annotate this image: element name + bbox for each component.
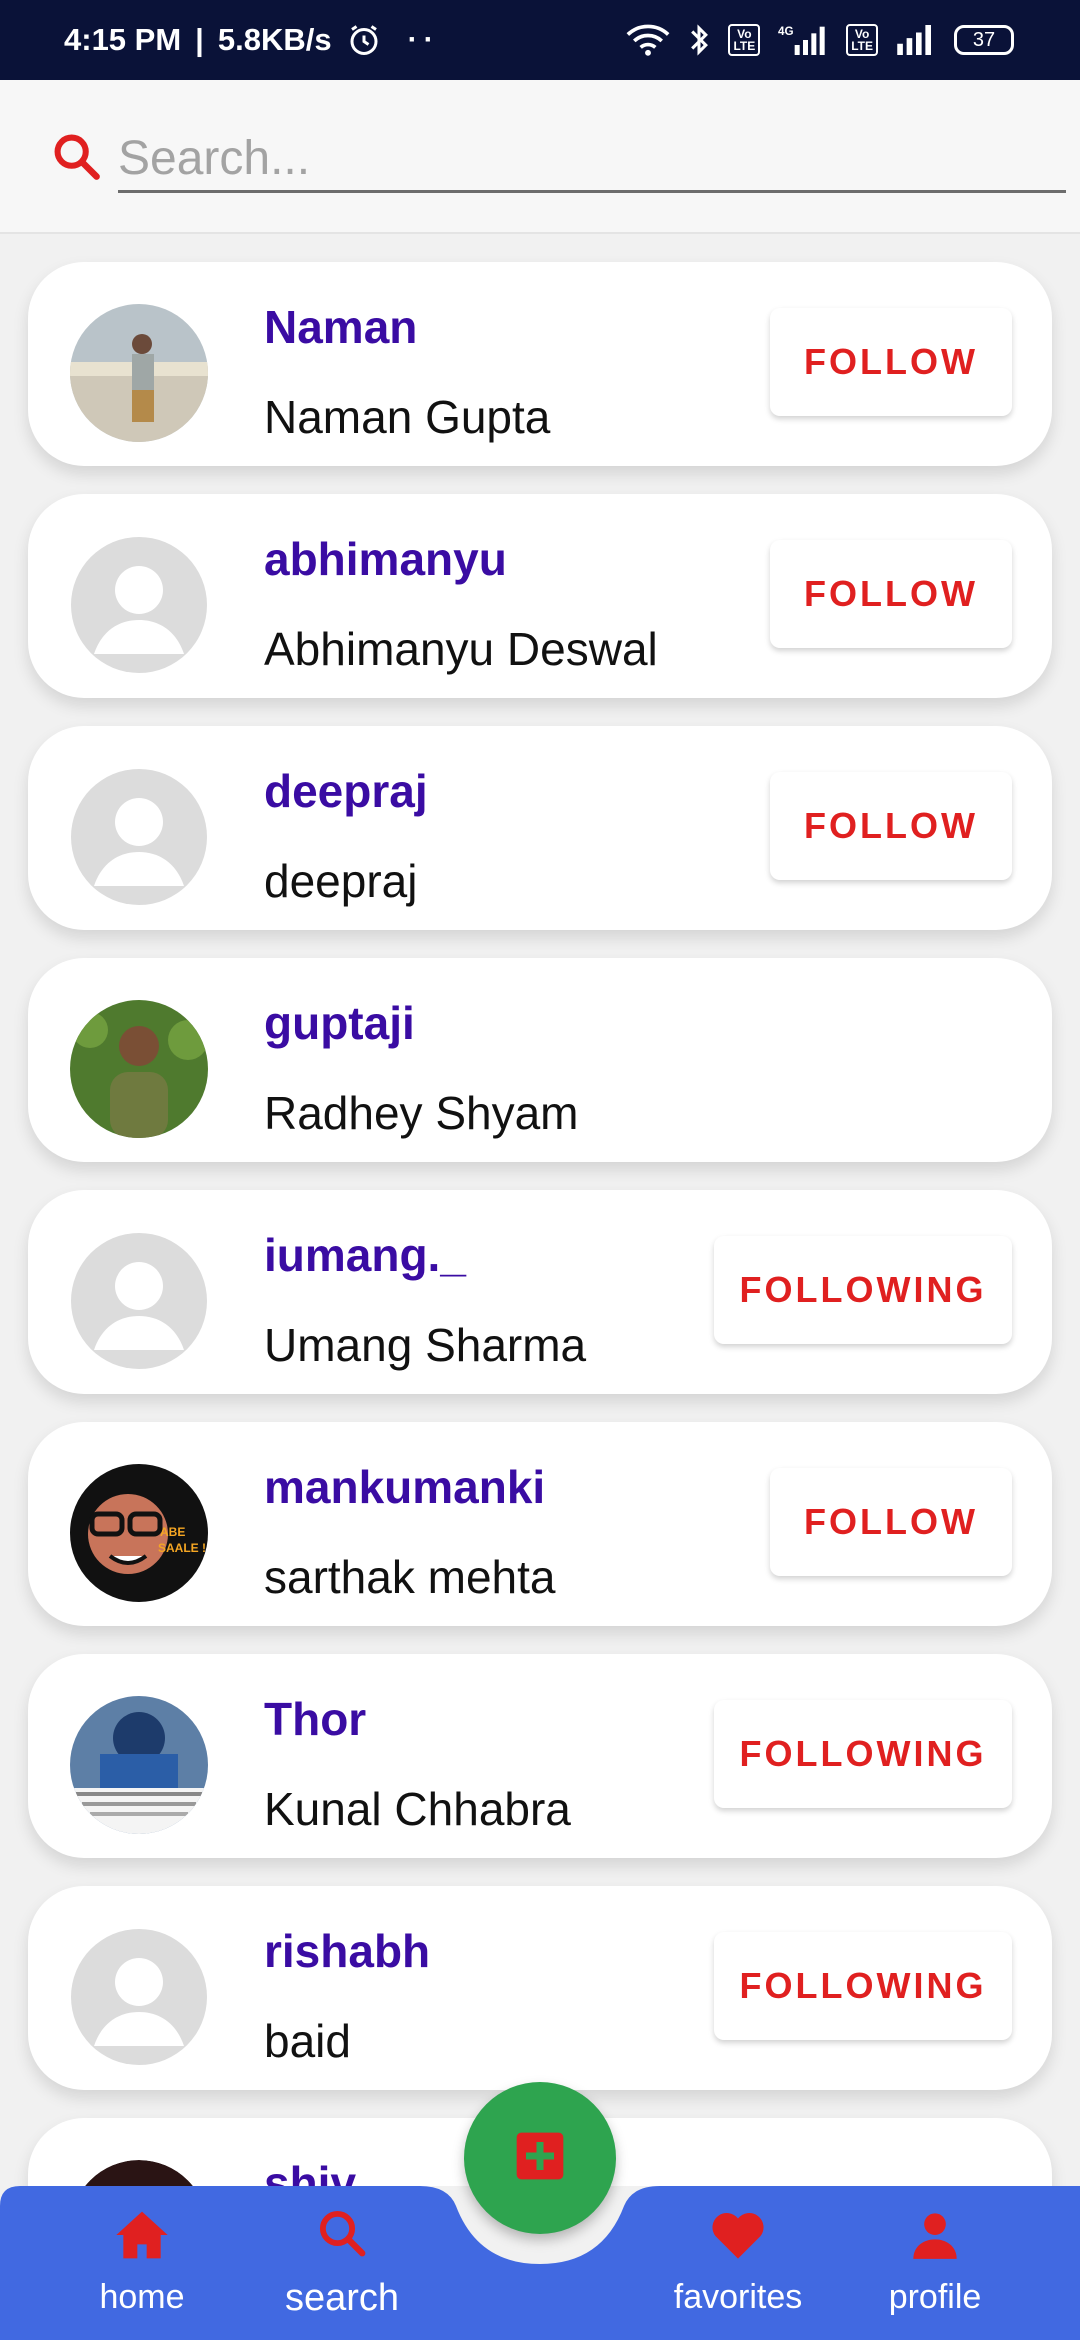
avatar-caption-line2: SAALE ! [158,1541,206,1555]
full-name: Naman Gupta [264,391,551,443]
following-button[interactable]: FOLLOWING [714,1236,1012,1344]
default-avatar-icon [70,768,208,906]
home-icon [114,2209,170,2270]
username[interactable]: iumang._ [264,1228,466,1282]
username[interactable]: shiv [264,2156,356,2186]
wifi-icon [626,23,670,57]
signal-4g-icon: 4G [778,23,828,57]
user-card[interactable]: iumang._ Umang Sharma FOLLOWING [28,1190,1052,1394]
follow-button[interactable]: FOLLOW [770,772,1012,880]
add-box-icon [512,2128,568,2189]
avatar [70,2160,208,2186]
full-name: baid [264,2015,351,2067]
username[interactable]: Naman [264,300,417,354]
user-card[interactable]: Thor Kunal Chhabra FOLLOWING [28,1654,1052,1858]
username[interactable]: Thor [264,1692,366,1746]
full-name: Radhey Shyam [264,1087,579,1139]
avatar [70,1696,208,1834]
following-button[interactable]: FOLLOWING [714,1700,1012,1808]
following-button[interactable]: FOLLOWING [714,1932,1012,2040]
nav-search-label: search [284,2277,400,2319]
username[interactable]: mankumanki [264,1460,545,1514]
follow-button[interactable]: FOLLOW [770,308,1012,416]
person-icon [909,2209,961,2270]
user-card[interactable]: Naman Naman Gupta FOLLOW [28,262,1052,466]
user-card[interactable]: guptaji Radhey Shyam [28,958,1052,1162]
status-speed: 5.8KB/s [217,22,332,57]
avatar: ABE SAALE ! [70,1464,208,1602]
username[interactable]: rishabh [264,1924,430,1978]
full-name: Umang Sharma [264,1319,587,1371]
username[interactable]: guptaji [264,996,415,1050]
nav-profile[interactable]: profile [870,2186,1000,2340]
username[interactable]: abhimanyu [264,532,507,586]
search-icon[interactable] [48,128,104,184]
full-name: Abhimanyu Deswal [264,623,658,675]
avatar [70,1000,208,1138]
bluetooth-icon [688,23,710,57]
search-input[interactable] [118,119,1066,193]
nav-search[interactable]: search [262,2186,422,2340]
default-avatar-icon [70,1232,208,1370]
battery-icon: 37 [954,25,1014,55]
nav-profile-label: profile [888,2278,982,2316]
volte-icon-2: Vo LTE [846,24,878,56]
follow-button[interactable]: FOLLOW [770,540,1012,648]
user-card[interactable]: deepraj deepraj FOLLOW [28,726,1052,930]
svg-text:4G: 4G [778,25,794,38]
user-card[interactable]: abhimanyu Abhimanyu Deswal FOLLOW [28,494,1052,698]
full-name: deepraj [264,855,418,907]
signal-icon [896,25,936,55]
user-card[interactable]: ABE SAALE ! mankumanki sarthak mehta FOLL… [28,1422,1052,1626]
search-header [0,80,1080,234]
full-name: Kunal Chhabra [264,1783,571,1835]
avatar-caption-line1: ABE [160,1525,185,1539]
user-list[interactable]: Naman Naman Gupta FOLLOW abhimanyu Abhim… [0,234,1080,2186]
add-post-button[interactable] [464,2082,616,2234]
default-avatar-icon [70,1928,208,2066]
nav-home[interactable]: home [72,2186,212,2340]
default-avatar-icon [70,536,208,674]
volte-icon: Vo LTE [728,24,761,56]
username[interactable]: deepraj [264,764,428,818]
nav-favorites-label: favorites [673,2278,803,2316]
user-card[interactable]: rishabh baid FOLLOWING [28,1886,1052,2090]
status-time: 4:15 PM [64,22,182,57]
search-icon [315,2206,369,2269]
notification-dots: ·· [407,23,440,56]
alarm-icon [346,22,382,58]
full-name: sarthak mehta [264,1551,556,1603]
battery-level: 37 [972,28,996,51]
status-bar: 4:15 PM | 5.8KB/s ·· Vo LTE 4G Vo LTE 37 [0,0,1080,80]
nav-favorites[interactable]: favorites [660,2186,816,2340]
avatar [70,304,208,442]
nav-home-label: home [99,2278,185,2316]
heart-icon [709,2209,767,2270]
follow-button[interactable]: FOLLOW [770,1468,1012,1576]
